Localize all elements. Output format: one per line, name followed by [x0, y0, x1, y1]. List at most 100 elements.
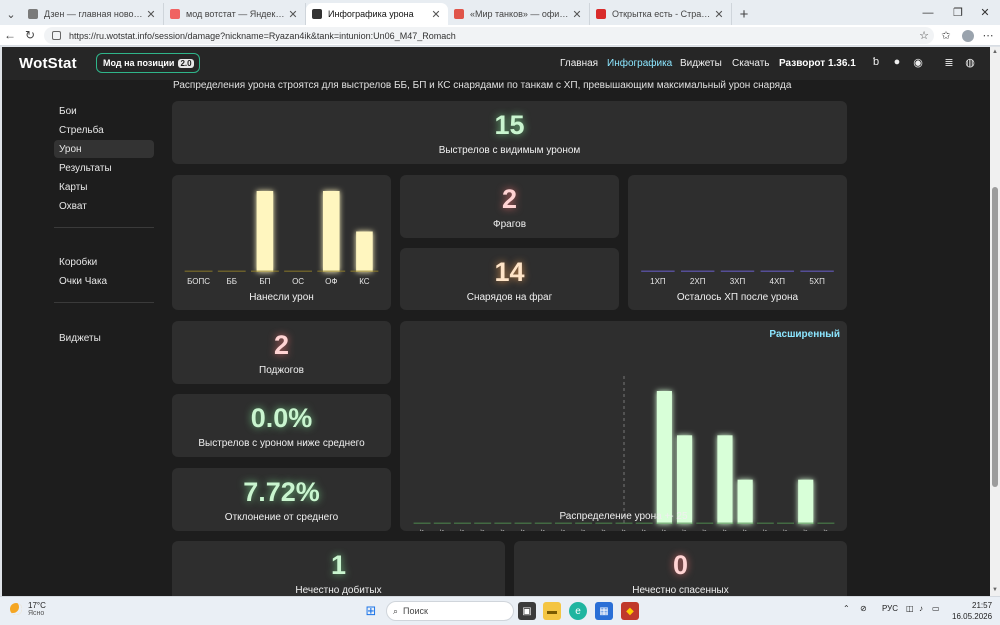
chart-baseline-stub: [534, 522, 552, 524]
chart-baseline-stub: [453, 522, 471, 524]
scroll-up-icon[interactable]: ▲: [992, 49, 998, 55]
edge-browser-icon[interactable]: e: [569, 602, 587, 620]
wifi-icon[interactable]: ◫: [906, 604, 914, 613]
chart-baseline-stub: [514, 522, 532, 524]
sidebar-item-damage[interactable]: Урон: [54, 140, 154, 158]
github-icon[interactable]: ◍: [963, 55, 977, 69]
sidebar-item-battles[interactable]: Бои: [54, 102, 154, 120]
sidebar-item-chuck-points[interactable]: Очки Чака: [54, 272, 154, 290]
chart-baseline-stub: [615, 522, 633, 524]
volume-icon[interactable]: ♪: [919, 604, 923, 613]
chart-baseline-stub: [284, 270, 313, 272]
frags-value: 2: [501, 184, 518, 214]
sidebar-item-coverage[interactable]: Охват: [54, 197, 154, 215]
tab-close-icon[interactable]: ✕: [571, 8, 583, 21]
battery-icon[interactable]: ▭: [932, 604, 940, 613]
browser-tab[interactable]: Открытка есть - Страница 1473 -✕: [590, 3, 732, 25]
browser-tab[interactable]: Дзен — главная новостная инфо✕: [22, 3, 164, 25]
tab-close-icon[interactable]: ✕: [430, 8, 442, 21]
chart-baseline-stub: [317, 270, 346, 272]
chart-bar: [656, 391, 672, 524]
favorites-icon[interactable]: ✩: [936, 25, 956, 46]
card-shells-per-frag: 14 Снарядов на фраг: [400, 248, 619, 310]
mod-badge-button[interactable]: Мод на позиции 2.0: [96, 53, 200, 73]
new-tab-plus-icon[interactable]: +: [732, 3, 756, 25]
tab-close-icon[interactable]: ✕: [287, 8, 299, 21]
start-windows-icon[interactable]: ⊞: [362, 602, 380, 620]
browser-menu-icon[interactable]: ⋯: [978, 25, 998, 46]
browser-tab[interactable]: «Мир танков» — официальный са✕: [448, 3, 590, 25]
store-icon[interactable]: ▦: [595, 602, 613, 620]
tab-close-icon[interactable]: ✕: [145, 8, 157, 21]
shots-visible-label: Выстрелов с видимым уроном: [438, 145, 581, 156]
input-language[interactable]: РУС: [882, 604, 898, 613]
nav-infographics[interactable]: Инфографика: [607, 58, 672, 69]
tab-favicon-icon: [28, 9, 38, 19]
game-center-icon[interactable]: ◆: [621, 602, 639, 620]
task-view-icon[interactable]: ▣: [518, 602, 536, 620]
sidebar-item-boxes[interactable]: Коробки: [54, 253, 154, 271]
scroll-down-icon[interactable]: ▼: [992, 587, 998, 593]
taskbar-search-box[interactable]: ⌕ Поиск: [386, 601, 514, 621]
chart-tick-label: -17.5%: [464, 527, 487, 531]
weather-widget[interactable]: 17°C Ясно: [10, 601, 46, 617]
chart-tick-label: -12.5%: [504, 527, 527, 531]
profile-avatar-icon[interactable]: [958, 25, 978, 46]
database-icon[interactable]: ≣: [942, 55, 956, 69]
browser-tab[interactable]: мод вотстат — Яндекс: нашлось✕: [164, 3, 306, 25]
nav-home[interactable]: Главная: [560, 58, 598, 69]
sidebar-item-widgets[interactable]: Виджеты: [54, 329, 154, 347]
tab-list-chevron-icon[interactable]: ⌄: [0, 3, 22, 25]
chart-tick-label: -25%: [408, 527, 427, 531]
sidebar-item-maps[interactable]: Карты: [54, 178, 154, 196]
tab-favicon-icon: [312, 9, 322, 19]
sidebar-item-results[interactable]: Результаты: [54, 159, 154, 177]
tab-title: «Мир танков» — официальный са: [470, 9, 571, 19]
chart-baseline-stub: [184, 270, 213, 272]
nav-release[interactable]: Разворот 1.36.1: [779, 58, 856, 69]
chart-tick-label: +20%: [770, 527, 790, 531]
chart-tick-label: +12.5%: [705, 527, 730, 531]
chart-baseline-stub: [676, 522, 694, 524]
sidebar-divider: [54, 227, 154, 228]
sidebar-item-shooting[interactable]: Стрельба: [54, 121, 154, 139]
restore-icon[interactable]: ❐: [943, 0, 973, 25]
reload-icon[interactable]: ↻: [20, 25, 40, 45]
discord-icon[interactable]: ◉: [911, 55, 925, 69]
info-note: Распределения урона строятся для выстрел…: [173, 80, 792, 91]
tab-title: мод вотстат — Яндекс: нашлось: [186, 9, 287, 19]
chart-baseline-stub: [800, 270, 834, 272]
scrollbar-thumb[interactable]: [992, 187, 998, 487]
file-explorer-icon[interactable]: ▬: [543, 602, 561, 620]
chart-tick-label: -20%: [448, 527, 467, 531]
unfair-saves-label: Нечестно спасенных: [632, 585, 729, 596]
tray-chevron-icon[interactable]: ⌃: [843, 604, 850, 613]
nav-widgets[interactable]: Виджеты: [680, 58, 722, 69]
url-field[interactable]: https://ru.wotstat.info/session/damage?n…: [44, 27, 934, 44]
sidebar-divider: [54, 302, 154, 303]
card-shots-visible: 15 Выстрелов с видимым уроном: [172, 101, 847, 164]
chart-baseline-stub: [635, 522, 653, 524]
below-average-label: Выстрелов с уроном ниже среднего: [198, 438, 365, 449]
taskbar-clock[interactable]: 21:57 16.05.2026: [952, 600, 992, 622]
chart-tick-label: 2ХП: [690, 277, 706, 286]
boosty-icon[interactable]: ƅ: [869, 55, 883, 69]
minimize-icon[interactable]: —: [913, 0, 943, 25]
window-close-icon[interactable]: ✕: [970, 0, 1000, 25]
chart-baseline-stub: [217, 270, 246, 272]
patreon-icon[interactable]: ●: [890, 55, 904, 69]
clock-date: 16.05.2026: [952, 612, 993, 621]
extended-mode-toggle[interactable]: Расширенный: [769, 329, 840, 340]
back-arrow-icon[interactable]: ←: [0, 25, 20, 45]
browser-tab[interactable]: Инфографика урона ✕: [306, 3, 448, 25]
page-scrollbar[interactable]: ▲ ▼: [990, 47, 1000, 596]
tab-close-icon[interactable]: ✕: [713, 8, 725, 21]
deviation-value: 7.72%: [243, 477, 320, 507]
site-logo[interactable]: WotStat: [19, 55, 77, 72]
chart-bar: [322, 191, 340, 272]
windows-taskbar: 17°C Ясно ⊞ ⌕ Поиск ▣ ▬ e ▦ ◆ ⌃ ⊘ РУС ◫ …: [0, 596, 1000, 625]
network-icon[interactable]: ⊘: [860, 604, 867, 613]
nav-download[interactable]: Скачать: [732, 58, 770, 69]
bookmark-star-icon[interactable]: ☆: [914, 25, 934, 46]
card-unfair-saves: 0 Нечестно спасенных: [514, 541, 847, 596]
